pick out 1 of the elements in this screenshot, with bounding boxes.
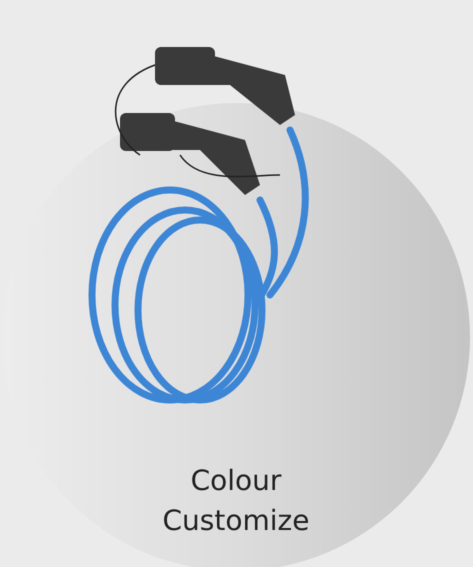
- caption: Colour Customize: [162, 463, 310, 539]
